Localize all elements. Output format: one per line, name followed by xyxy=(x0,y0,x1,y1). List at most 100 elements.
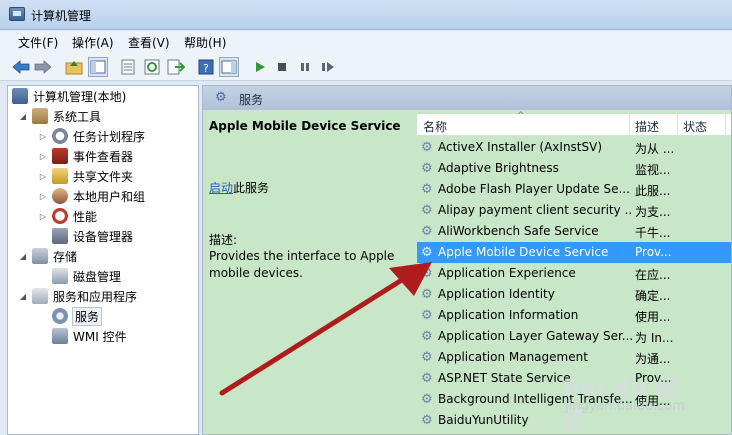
menu-help[interactable]: 帮助(H) xyxy=(184,34,226,51)
collapsed-arrow-icon[interactable]: ▷ xyxy=(38,132,48,141)
service-gear-icon: ⚙ xyxy=(421,329,433,344)
start-service-link[interactable]: 启动 xyxy=(209,181,233,195)
service-gear-icon: ⚙ xyxy=(421,392,433,407)
play-icon[interactable] xyxy=(250,57,270,77)
column-name[interactable]: 名称 xyxy=(423,118,447,135)
tree-item-disk-management[interactable]: 磁盘管理 xyxy=(52,266,121,286)
export-list-icon[interactable] xyxy=(166,57,186,77)
device-manager-icon xyxy=(52,228,68,244)
service-name: Adaptive Brightness xyxy=(438,161,559,175)
show-hide-tree-icon[interactable] xyxy=(88,57,108,77)
service-gear-icon: ⚙ xyxy=(421,224,433,239)
service-description: 使用... xyxy=(635,310,671,324)
service-gear-icon: ⚙ xyxy=(421,266,433,281)
collapsed-arrow-icon[interactable]: ▷ xyxy=(38,172,48,181)
service-gear-icon: ⚙ xyxy=(421,161,433,176)
tree-item-wmi-control[interactable]: WMI 控件 xyxy=(52,326,127,346)
shared-folder-icon xyxy=(52,168,68,184)
menu-file[interactable]: 文件(F) xyxy=(18,34,58,51)
service-row[interactable]: ⚙ Adobe Flash Player Update Se... 此服... xyxy=(417,179,731,200)
users-icon xyxy=(52,188,68,204)
tree-item-shared-folders[interactable]: ▷ 共享文件夹 xyxy=(38,166,133,186)
sort-ascending-icon: ^ xyxy=(517,111,525,121)
forward-arrow-icon[interactable] xyxy=(33,57,53,77)
properties-icon[interactable] xyxy=(118,57,138,77)
service-name: Adobe Flash Player Update Se... xyxy=(438,182,630,196)
up-folder-icon[interactable] xyxy=(64,57,84,77)
service-row[interactable]: ⚙ ActiveX Installer (AxInstSV) 为从 ... xyxy=(417,137,731,158)
expanded-arrow-icon[interactable]: ◢ xyxy=(18,252,28,261)
service-row[interactable]: ⚙ Application Management 为通... xyxy=(417,347,731,368)
menu-action[interactable]: 操作(A) xyxy=(72,34,114,51)
service-gear-icon: ⚙ xyxy=(421,287,433,302)
column-divider[interactable] xyxy=(677,114,678,136)
back-arrow-icon[interactable] xyxy=(11,57,31,77)
pane-title: 服务 xyxy=(239,93,264,107)
collapsed-arrow-icon[interactable]: ▷ xyxy=(38,152,48,161)
computer-management-icon xyxy=(9,7,25,21)
expanded-arrow-icon[interactable]: ◢ xyxy=(18,112,28,121)
service-name: Application Information xyxy=(438,308,579,322)
column-status[interactable]: 状态 xyxy=(683,118,707,135)
search-gear-icon: ⚙ xyxy=(215,90,227,105)
tree-item-local-users[interactable]: ▷ 本地用户和组 xyxy=(38,186,145,206)
tools-icon xyxy=(32,108,48,124)
service-gear-icon: ⚙ xyxy=(421,308,433,323)
service-gear-icon: ⚙ xyxy=(421,371,433,386)
start-service-line: 启动此服务 xyxy=(209,181,270,195)
column-divider[interactable] xyxy=(629,114,630,136)
show-hide-action-pane-icon[interactable] xyxy=(219,57,239,77)
tree-item-computer-management[interactable]: 计算机管理(本地) xyxy=(12,86,126,106)
window-title: 计算机管理 xyxy=(31,9,92,23)
refresh-icon[interactable] xyxy=(142,57,162,77)
tree-item-device-manager[interactable]: 设备管理器 xyxy=(52,226,133,246)
services-apps-icon xyxy=(32,288,48,304)
service-row[interactable]: ⚙ Application Layer Gateway Ser... 为 In... xyxy=(417,326,731,347)
collapsed-arrow-icon[interactable]: ▷ xyxy=(38,212,48,221)
expanded-arrow-icon[interactable]: ◢ xyxy=(18,292,28,301)
stop-icon[interactable] xyxy=(272,57,292,77)
service-row[interactable]: ⚙ Apple Mobile Device Service Prov... xyxy=(417,242,731,263)
service-name: Application Management xyxy=(438,350,588,364)
tree-item-performance[interactable]: ▷ 性能 xyxy=(38,206,97,226)
pause-icon[interactable] xyxy=(295,57,315,77)
menu-view[interactable]: 查看(V) xyxy=(128,34,170,51)
description-text: Provides the interface to Apple mobile d… xyxy=(209,249,395,280)
collapsed-arrow-icon[interactable]: ▷ xyxy=(38,192,48,201)
pane-header: ⚙ 服务 xyxy=(203,86,731,110)
tree-item-task-scheduler[interactable]: ▷ 任务计划程序 xyxy=(38,126,145,146)
service-gear-icon: ⚙ xyxy=(421,182,433,197)
service-row[interactable]: ⚙ AliWorkbench Safe Service 千牛... xyxy=(417,221,731,242)
tree-item-storage[interactable]: ◢ 存储 xyxy=(18,246,77,266)
baidu-watermark: Bai du 经验 jingyan.baidu.com xyxy=(563,370,693,433)
service-row[interactable]: ⚙ Application Identity 确定... xyxy=(417,284,731,305)
storage-icon xyxy=(32,248,48,264)
service-name: Apple Mobile Device Service xyxy=(438,245,609,259)
service-row[interactable]: ⚙ Adaptive Brightness 监视... xyxy=(417,158,731,179)
service-description: 为通... xyxy=(635,352,671,366)
service-row[interactable]: ⚙ Application Information 使用... xyxy=(417,305,731,326)
column-description[interactable]: 描述 xyxy=(635,118,659,135)
service-row[interactable]: ⚙ Application Experience 在应... xyxy=(417,263,731,284)
gear-icon xyxy=(52,308,68,324)
service-description-panel: Apple Mobile Device Service 启动此服务 描述: Pr… xyxy=(203,110,413,434)
service-name: ActiveX Installer (AxInstSV) xyxy=(438,140,603,154)
column-divider[interactable] xyxy=(725,114,726,136)
service-description: 为 In... xyxy=(635,331,674,345)
service-name: AliWorkbench Safe Service xyxy=(438,224,599,238)
tree-item-system-tools[interactable]: ◢ 系统工具 xyxy=(18,106,101,126)
service-name: Application Experience xyxy=(438,266,576,280)
menu-bar: 文件(F) 操作(A) 查看(V) 帮助(H) xyxy=(0,31,732,53)
service-gear-icon: ⚙ xyxy=(421,350,433,365)
help-icon[interactable]: ? xyxy=(196,57,216,77)
service-row[interactable]: ⚙ Alipay payment client security ... 为支... xyxy=(417,200,731,221)
service-gear-icon: ⚙ xyxy=(421,245,433,260)
tree-item-services[interactable]: 服务 xyxy=(52,306,103,326)
service-description: 为支... xyxy=(635,205,671,219)
computer-icon xyxy=(12,88,28,104)
restart-icon[interactable] xyxy=(318,57,338,77)
tree-item-event-viewer[interactable]: ▷ 事件查看器 xyxy=(38,146,133,166)
performance-icon xyxy=(52,208,68,224)
service-name: Application Identity xyxy=(438,287,555,301)
tree-item-services-and-applications[interactable]: ◢ 服务和应用程序 xyxy=(18,286,137,306)
